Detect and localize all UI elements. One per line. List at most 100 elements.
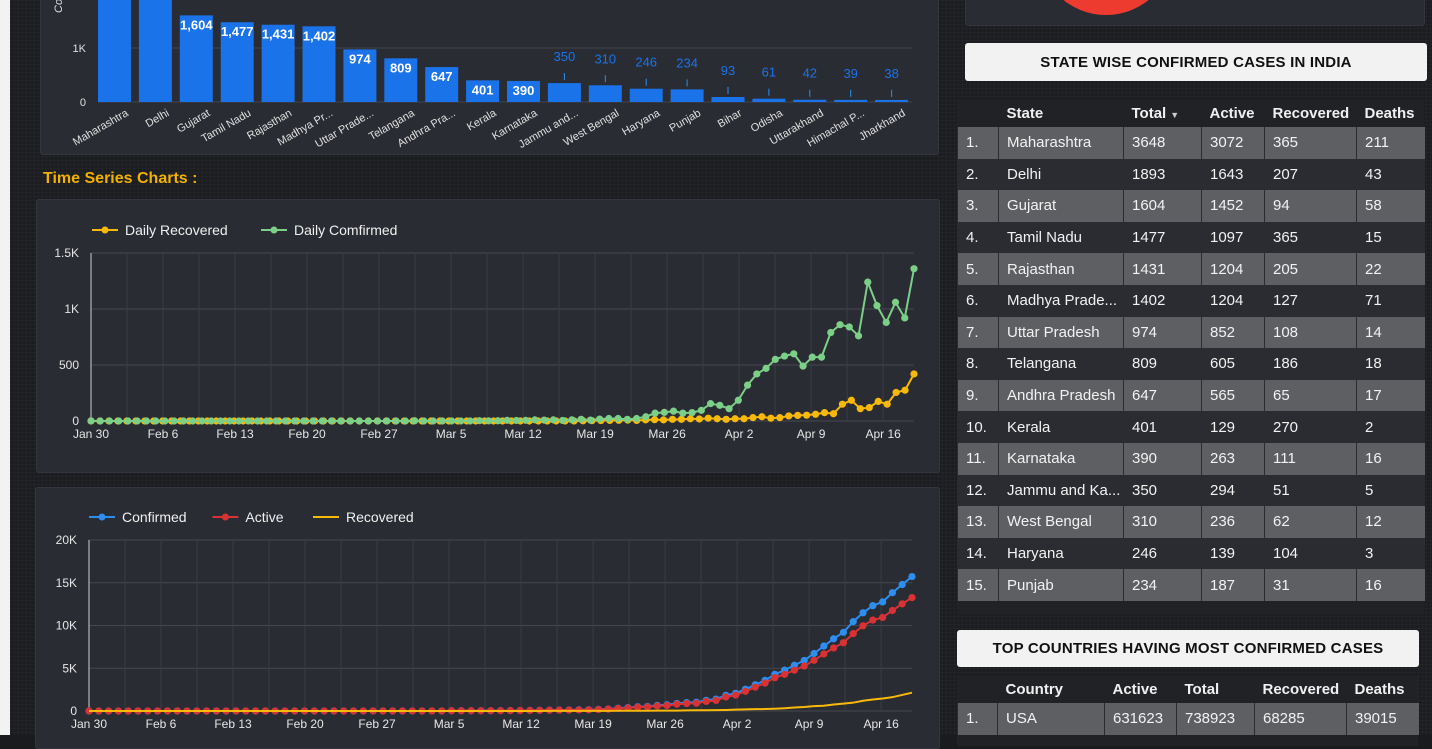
- series-point: [829, 410, 838, 418]
- active-cell: 631623: [1104, 703, 1177, 735]
- series-point: [888, 606, 897, 615]
- country-header[interactable]: Country: [998, 676, 1105, 703]
- state-cell: Rajasthan: [998, 253, 1124, 285]
- table-row[interactable]: 4. Tamil Nadu 1477 1097 365 15: [957, 221, 1425, 254]
- cumulative-chart-card: 0 5K 10K 15K 20K Jan 30 Feb 6 Feb 13 Feb 20 Feb 2…: [35, 487, 940, 749]
- bar-value-label: 647: [431, 69, 453, 84]
- series-point: [761, 679, 769, 687]
- series-point: [686, 415, 694, 423]
- series-point: [716, 401, 724, 409]
- x-tick-label: Apr 16: [863, 717, 899, 731]
- table-row[interactable]: 6. Madhya Prade... 1402 1204 127 71: [957, 284, 1425, 317]
- active-cell: 1643: [1201, 158, 1265, 191]
- active-header[interactable]: Active: [1105, 676, 1177, 703]
- series-point: [908, 572, 916, 581]
- series-point: [216, 417, 225, 425]
- pie-chart-card: [965, 0, 1425, 26]
- series-point: [883, 400, 891, 408]
- series-point: [741, 687, 750, 695]
- bar-value-label: 61: [762, 65, 776, 80]
- bar: [711, 96, 745, 102]
- series-point: [808, 353, 816, 361]
- table-row[interactable]: 11. Karnataka 390 263 111 16: [957, 442, 1425, 475]
- series-point: [785, 412, 793, 420]
- bar: [875, 99, 909, 102]
- deaths-header[interactable]: Deaths: [1347, 676, 1419, 703]
- bar-value-label: 809: [390, 60, 412, 75]
- bar-value-label: 1,402: [303, 28, 336, 43]
- deaths-cell: 58: [1356, 190, 1425, 222]
- table-row[interactable]: 12. Jammu and Ka... 350 294 51 5: [957, 474, 1425, 507]
- table-row[interactable]: 2. Delhi 1893 1643 207 43: [957, 158, 1425, 191]
- table-row[interactable]: 7. Uttar Pradesh 974 852 108 14: [957, 316, 1425, 349]
- table-row[interactable]: 1. Maharashtra 3648 3072 365 211: [957, 127, 1425, 159]
- series-point: [374, 417, 382, 425]
- series-point: [743, 381, 752, 389]
- x-tick-label: Mar 19: [574, 717, 612, 731]
- active-header[interactable]: Active: [1202, 100, 1265, 127]
- recovered-cell: 104: [1264, 537, 1357, 570]
- series-line: [89, 596, 913, 712]
- series-point: [235, 417, 243, 425]
- x-tick-label: Feb 20: [286, 717, 324, 731]
- recovered-header[interactable]: Recovered: [1255, 676, 1347, 703]
- series-point: [864, 278, 872, 286]
- table-row[interactable]: 8. Telangana 809 605 186 18: [957, 348, 1425, 380]
- state-cell: Gujarat: [998, 190, 1124, 222]
- left-edge-strip: [0, 0, 10, 735]
- table-row[interactable]: 15. Punjab 234 187 31 16: [957, 569, 1425, 601]
- bar-category-label: Bihar: [716, 107, 745, 130]
- country-cell: USA: [997, 703, 1105, 735]
- series-point: [244, 417, 252, 425]
- recovered-header[interactable]: Recovered: [1265, 100, 1357, 127]
- series-point: [901, 386, 909, 394]
- state-table: State Total ▼ Active Recovered Deaths 1. M…: [957, 100, 1425, 614]
- deaths-header[interactable]: Deaths: [1357, 100, 1425, 127]
- table-row[interactable]: 1. USA 631623 738923 68285 39015: [957, 703, 1419, 735]
- series-point: [901, 314, 909, 322]
- rank-cell: 8.: [957, 348, 999, 380]
- series-point: [753, 370, 761, 378]
- deaths-cell: 18: [1356, 348, 1425, 380]
- recovered-cell: 365: [1264, 127, 1357, 159]
- series-point: [734, 396, 742, 404]
- legend-label: Recovered: [346, 509, 414, 525]
- table-row[interactable]: 9. Andhra Pradesh 647 565 65 17: [957, 379, 1425, 412]
- total-header[interactable]: Total: [1177, 676, 1255, 703]
- state-cell: Uttar Pradesh: [998, 316, 1124, 349]
- total-cell: 974: [1123, 316, 1202, 349]
- rank-cell: 2.: [957, 158, 999, 191]
- series-point: [124, 417, 132, 425]
- total-cell: 647: [1123, 379, 1202, 412]
- total-cell: 809: [1123, 348, 1202, 380]
- rank-cell: 3.: [957, 190, 999, 222]
- series-point: [559, 416, 567, 425]
- series-point: [820, 650, 828, 658]
- total-header[interactable]: Total ▼: [1124, 100, 1202, 127]
- series-point: [800, 662, 808, 670]
- series-point: [847, 396, 855, 404]
- series-point: [327, 417, 336, 425]
- series-point: [87, 417, 95, 425]
- active-cell: 139: [1201, 537, 1265, 570]
- x-tick-label: Mar 26: [648, 427, 686, 441]
- series-point: [838, 400, 847, 408]
- total-cell: 3648: [1123, 127, 1202, 159]
- deaths-cell: 211: [1356, 127, 1425, 159]
- sort-descending-icon[interactable]: ▼: [1170, 110, 1179, 120]
- rank-cell: 13.: [957, 506, 999, 538]
- deaths-cell: 17: [1356, 379, 1425, 412]
- table-row[interactable]: 5. Rajasthan 1431 1204 205 22: [957, 253, 1425, 285]
- table-row[interactable]: 3. Gujarat 1604 1452 94 58: [957, 190, 1425, 222]
- state-header[interactable]: State: [999, 100, 1124, 127]
- series-point: [749, 414, 757, 422]
- series-point: [438, 417, 446, 425]
- country-table: Country Active Total Recovered Deaths 1.…: [957, 676, 1419, 746]
- table-row[interactable]: 13. West Bengal 310 236 62 12: [957, 506, 1425, 538]
- series-point: [577, 415, 585, 423]
- bar-category-label: Maharashtra: [71, 107, 131, 149]
- rank-cell: 15.: [957, 569, 999, 601]
- table-row[interactable]: 14. Haryana 246 139 104 3: [957, 537, 1425, 570]
- series-point: [485, 417, 493, 425]
- table-row[interactable]: 10. Kerala 401 129 270 2: [957, 411, 1425, 443]
